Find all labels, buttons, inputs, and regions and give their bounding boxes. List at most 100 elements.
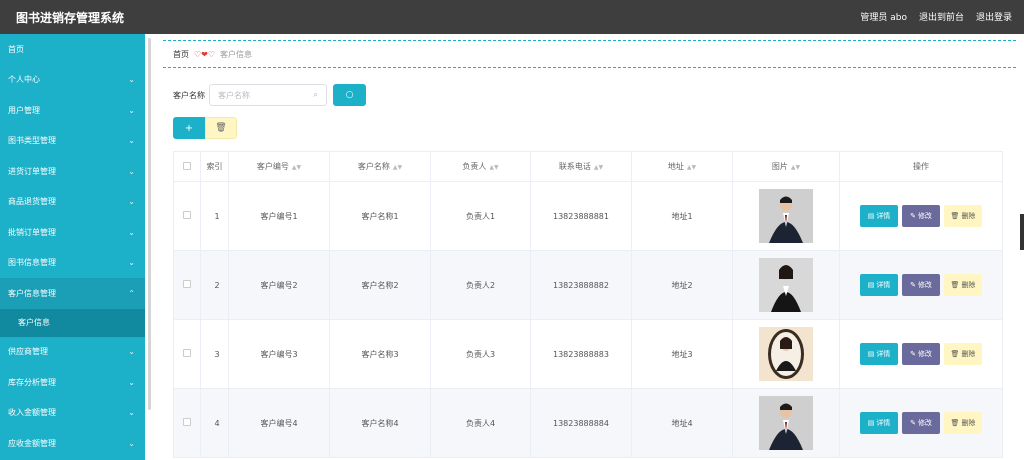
delete-button[interactable]: 🗑 删除 <box>944 343 982 365</box>
cell-index: 4 <box>200 388 229 458</box>
column-header-phone[interactable]: 联系电话 ▲▼ <box>530 151 632 182</box>
detail-button[interactable]: ▤ 详情 <box>860 274 898 296</box>
sidebar-item-book-type[interactable]: 图书类型管理 ⌄ <box>0 126 145 157</box>
row-checkbox[interactable] <box>173 388 201 458</box>
customer-photo[interactable] <box>759 396 813 450</box>
sidebar-item-label: 个人中心 <box>8 75 40 85</box>
chevron-down-icon: ⌄ <box>128 258 135 268</box>
breadcrumb-home[interactable]: 首页 <box>173 49 189 60</box>
sidebar-item-purchase-orders[interactable]: 进货订单管理 ⌄ <box>0 156 145 187</box>
cell-name: 客户名称4 <box>329 388 431 458</box>
sidebar-item-returns[interactable]: 商品退货管理 ⌄ <box>0 187 145 218</box>
customer-photo[interactable] <box>759 189 813 243</box>
edit-button[interactable]: ✎ 修改 <box>902 274 940 296</box>
detail-button[interactable]: ▤ 详情 <box>860 343 898 365</box>
sidebar-item-book-info[interactable]: 图书信息管理 ⌄ <box>0 248 145 279</box>
delete-button[interactable]: 🗑 删除 <box>944 274 982 296</box>
detail-button[interactable]: ▤ 详情 <box>860 205 898 227</box>
cell-actions: ▤ 详情 ✎ 修改 🗑 删除 <box>839 319 1003 389</box>
chevron-down-icon: ⌄ <box>128 408 135 418</box>
search-input-wrapper: ⌕ <box>209 84 327 106</box>
sort-icon[interactable]: ▲▼ <box>687 164 696 171</box>
sidebar-scrollbar[interactable] <box>148 38 151 410</box>
edit-icon: ✎ <box>910 419 916 427</box>
detail-button[interactable]: ▤ 详情 <box>860 412 898 434</box>
column-header-address[interactable]: 地址 ▲▼ <box>631 151 733 182</box>
cell-code: 客户编号2 <box>228 250 330 320</box>
trash-icon: 🗑 <box>950 419 960 427</box>
sort-icon[interactable]: ▲▼ <box>594 164 603 171</box>
sidebar-subitem-customer-info[interactable]: 客户信息 <box>0 308 145 337</box>
cell-photo <box>732 388 840 458</box>
document-icon: ▤ <box>867 281 875 289</box>
row-checkbox[interactable] <box>173 181 201 251</box>
table-row[interactable]: 2 客户编号2 客户名称2 负责人2 13823888882 地址2 ▤ 详情 ✎… <box>173 250 1003 320</box>
document-icon: ▤ <box>867 350 875 358</box>
search-icon: ○ <box>345 90 354 100</box>
sidebar-item-personal-center[interactable]: 个人中心 ⌄ <box>0 65 145 96</box>
edit-icon: ✎ <box>910 350 916 358</box>
row-checkbox[interactable] <box>173 250 201 320</box>
search-icon: ⌕ <box>312 90 318 100</box>
admin-user-label[interactable]: 管理员 abo <box>860 10 907 23</box>
customer-photo[interactable] <box>759 327 813 381</box>
chevron-down-icon: ⌄ <box>128 136 135 146</box>
sidebar-item-supplier[interactable]: 供应商管理 ⌄ <box>0 337 145 368</box>
edit-button[interactable]: ✎ 修改 <box>902 412 940 434</box>
top-links: 管理员 abo 退出到前台 退出登录 <box>860 10 1012 23</box>
trash-icon: 🗑 <box>950 212 960 220</box>
sidebar-item-income[interactable]: 收入金额管理 ⌄ <box>0 398 145 429</box>
sidebar-item-label: 供应商管理 <box>8 347 48 357</box>
logout-link[interactable]: 退出登录 <box>976 10 1012 23</box>
sidebar-item-label: 库存分析管理 <box>8 377 56 387</box>
column-header-name[interactable]: 客户名称 ▲▼ <box>329 151 431 182</box>
sort-icon[interactable]: ▲▼ <box>791 164 800 171</box>
trash-icon: 🗑 <box>950 350 960 358</box>
cell-actions: ▤ 详情 ✎ 修改 🗑 删除 <box>839 181 1003 251</box>
cell-name: 客户名称2 <box>329 250 431 320</box>
go-frontend-link[interactable]: 退出到前台 <box>919 10 964 23</box>
chevron-down-icon: ⌄ <box>128 75 135 85</box>
search-form: 客户名称 ⌕ ○ <box>173 84 366 106</box>
table-row[interactable]: 4 客户编号4 客户名称4 负责人4 13823888884 地址4 ▤ 详情 ✎… <box>173 388 1003 458</box>
edit-button[interactable]: ✎ 修改 <box>902 205 940 227</box>
sort-icon[interactable]: ▲▼ <box>292 164 301 171</box>
search-button[interactable]: ○ <box>333 84 366 106</box>
add-button[interactable]: + <box>173 117 205 139</box>
cell-address: 地址1 <box>631 181 733 251</box>
sidebar-item-inventory-analysis[interactable]: 库存分析管理 ⌄ <box>0 367 145 398</box>
search-input[interactable] <box>218 90 308 100</box>
column-header-owner[interactable]: 负责人 ▲▼ <box>430 151 531 182</box>
sidebar-item-customer-info[interactable]: 客户信息管理 ⌃ <box>0 278 145 309</box>
edit-button[interactable]: ✎ 修改 <box>902 343 940 365</box>
sidebar-item-user-management[interactable]: 用户管理 ⌄ <box>0 95 145 126</box>
select-all-checkbox[interactable] <box>173 151 201 182</box>
sort-icon[interactable]: ▲▼ <box>489 164 498 171</box>
edit-icon: ✎ <box>910 212 916 220</box>
column-header-code[interactable]: 客户编号 ▲▼ <box>228 151 330 182</box>
sidebar-item-receivables[interactable]: 应收金额管理 ⌄ <box>0 428 145 459</box>
delete-button[interactable]: 🗑 删除 <box>944 205 982 227</box>
sidebar-item-home[interactable]: 首页 <box>0 34 145 65</box>
sort-icon[interactable]: ▲▼ <box>393 164 402 171</box>
customer-photo[interactable] <box>759 258 813 312</box>
table-row[interactable]: 3 客户编号3 客户名称3 负责人3 13823888883 地址3 ▤ 详情 ✎… <box>173 319 1003 389</box>
delete-button[interactable]: 🗑 删除 <box>944 412 982 434</box>
cell-code: 客户编号3 <box>228 319 330 389</box>
batch-delete-button[interactable]: 🗑 <box>205 117 237 139</box>
right-edge-handle[interactable] <box>1020 214 1024 250</box>
row-checkbox[interactable] <box>173 319 201 389</box>
document-icon: ▤ <box>867 212 875 220</box>
customer-table: 索引 客户编号 ▲▼ 客户名称 ▲▼ 负责人 ▲▼ 联系电话 ▲▼ 地址 ▲▼ 图片 ▲▼ … <box>173 151 1003 458</box>
chevron-down-icon: ⌄ <box>128 438 135 448</box>
table-row[interactable]: 1 客户编号1 客户名称1 负责人1 13823888881 地址1 ▤ 详情 ✎… <box>173 181 1003 251</box>
cell-address: 地址3 <box>631 319 733 389</box>
cell-photo <box>732 250 840 320</box>
chevron-down-icon: ⌄ <box>128 347 135 357</box>
column-header-photo[interactable]: 图片 ▲▼ <box>732 151 840 182</box>
document-icon: ▤ <box>867 419 875 427</box>
sidebar-item-wholesale-orders[interactable]: 批销订单管理 ⌄ <box>0 217 145 248</box>
sidebar-item-label: 客户信息管理 <box>8 288 56 298</box>
cell-actions: ▤ 详情 ✎ 修改 🗑 删除 <box>839 250 1003 320</box>
trash-icon: 🗑 <box>950 281 960 289</box>
